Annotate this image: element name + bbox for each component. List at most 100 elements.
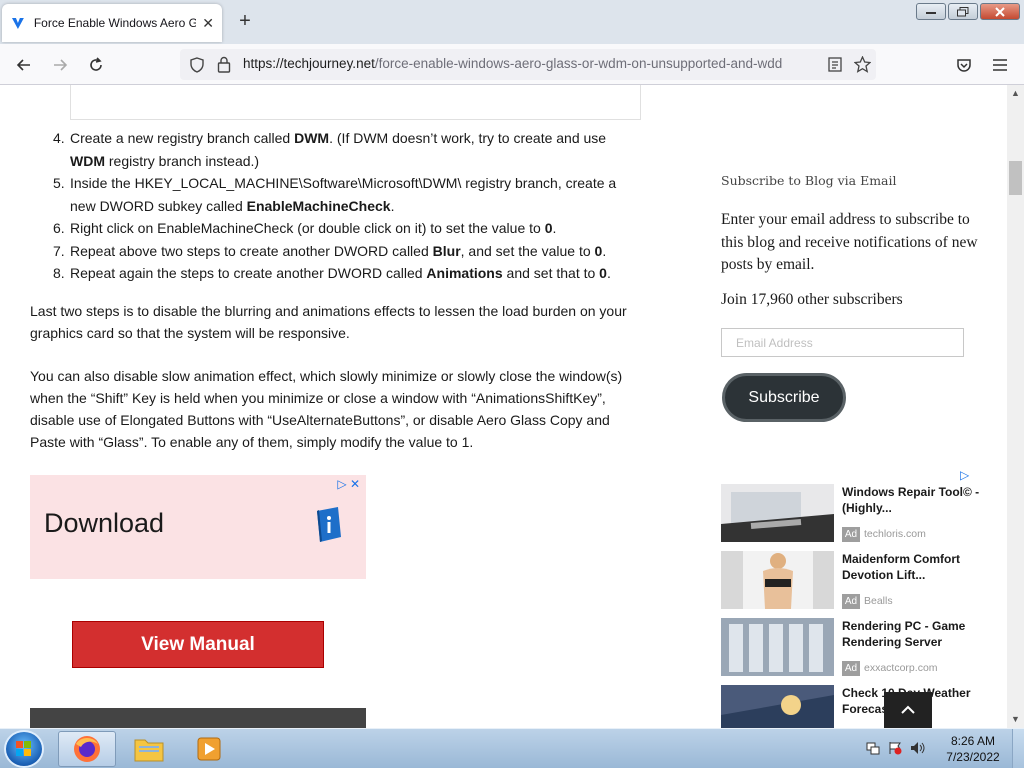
step-text: Create a new registry branch called [70,130,295,146]
step-number: 8. [53,265,65,281]
sidebar-ad-item[interactable]: Maidenform Comfort Devotion Lift... Ad Bea… [721,551,981,609]
paragraph-animation-options: You can also disable slow animation effe… [30,368,623,450]
windows-logo-icon [16,741,31,756]
step-text: . [606,265,611,281]
step-keyword: Blur [432,242,461,259]
action-center-flag-icon[interactable] [888,741,902,755]
new-tab-button[interactable]: + [234,10,256,32]
subscribe-description: Enter your email address to subscribe to… [721,211,978,273]
scroll-up-arrow-icon[interactable]: ▲ [1007,85,1024,102]
back-arrow-icon [16,59,30,71]
system-clock[interactable]: 8:26 AM 7/23/2022 [940,733,1006,765]
site-favicon-icon [11,18,24,29]
reload-button[interactable] [85,54,107,76]
view-manual-button[interactable]: View Manual [72,621,324,668]
step-text: Repeat above two steps to create another… [70,242,433,259]
close-window-button[interactable] [980,3,1020,20]
ad-domain: exxactcorp.com [864,662,938,674]
step-item: 6. Right click on EnableMachineCheck (or … [30,217,640,240]
step-number: 7. [53,242,65,259]
taskbar-media-player[interactable] [180,731,238,767]
ad-choices-icon[interactable]: ▷ [960,468,969,482]
step-item: 4. Create a new registry branch called DW… [30,127,640,172]
folder-icon [134,739,164,762]
ad-title[interactable]: Maidenform Comfort Devotion Lift... [842,551,980,583]
step-keyword: WDM [70,152,105,169]
scroll-down-arrow-icon[interactable]: ▼ [1007,711,1024,728]
ad-download-text: Download [44,508,165,538]
subscribe-widget-title: Subscribe to Blog via Email [721,173,897,188]
ad-thumbnail[interactable] [721,484,834,542]
step-text: . [390,197,395,214]
step-number: 4. [53,130,65,146]
pocket-button[interactable] [953,54,975,76]
clock-date: 7/23/2022 [946,750,1000,764]
sidebar-ad-item[interactable]: Windows Repair Tool© - (Highly... Ad techl… [721,484,981,542]
step-keyword: DWM [294,130,330,146]
ad-title[interactable]: Windows Repair Tool© - (Highly... [842,484,980,516]
lock-icon[interactable] [217,56,231,73]
step-keyword: EnableMachineCheck [246,197,391,214]
forward-button[interactable] [49,54,71,76]
firefox-icon [74,736,100,762]
minimize-button[interactable] [916,3,946,20]
bookmark-star-icon[interactable] [854,56,871,73]
address-bar[interactable]: https://techjourney.net/force-enable-win… [180,49,876,80]
reader-view-icon[interactable] [828,57,842,72]
volume-icon[interactable] [910,741,926,755]
ad-thumbnail[interactable] [721,618,834,676]
info-book-icon [317,507,341,542]
ad-domain: techloris.com [864,528,926,540]
sidebar-ad-item[interactable]: Check 10 Day Weather Forecast [721,685,981,728]
paragraph-disable-effects: Last two steps is to disable the blurrin… [30,303,627,341]
back-button[interactable] [13,54,35,76]
ad-thumbnail[interactable] [721,685,834,728]
ad-badge: Ad [842,527,860,542]
step-keyword: 0 [599,265,607,281]
ad-title[interactable]: Rendering PC - Game Rendering Server [842,618,980,650]
step-keyword: Animations [426,265,503,281]
start-button[interactable] [4,730,44,768]
scrollbar-thumb[interactable] [1009,161,1022,195]
menu-button[interactable] [989,54,1011,76]
shield-icon[interactable] [189,57,205,73]
reload-icon [90,57,102,71]
restore-button[interactable] [948,3,978,20]
email-address-input[interactable] [721,328,964,357]
clock-time: 8:26 AM [950,734,996,748]
taskbar: 8:26 AM 7/23/2022 [0,728,1024,768]
forward-arrow-icon [54,59,68,71]
taskbar-firefox[interactable] [58,731,116,767]
system-tray [866,741,926,755]
step-item: 5. Inside the HKEY_LOCAL_MACHINE\Software… [30,172,640,217]
subscribe-button[interactable]: Subscribe [722,373,846,422]
browser-tab[interactable]: Force Enable Windows Aero Gla ✕ [2,4,222,42]
ad-domain: Bealls [864,595,893,607]
ad-badge: Ad [842,661,860,676]
minimize-icon [926,11,936,14]
url-text[interactable]: https://techjourney.net/force-enable-win… [243,56,818,71]
restore-icon [957,6,969,16]
tab-close-icon[interactable]: ✕ [202,15,214,32]
step-item: 8. Repeat again the steps to create anoth… [30,262,640,285]
media-player-icon [197,737,221,761]
pocket-icon [957,59,971,72]
page-scrollbar[interactable]: ▲ ▼ [1007,85,1024,728]
step-text: registry branch instead.) [105,152,260,169]
sidebar-ad-item[interactable]: Rendering PC - Game Rendering Server Ad ex… [721,618,981,676]
bottom-ad-banner[interactable] [30,708,366,728]
ad-thumbnail[interactable] [721,551,834,609]
show-desktop-button[interactable] [1012,729,1024,768]
download-ad-banner[interactable]: Download ▷ ✕ [30,475,366,579]
ad-choices-icon[interactable]: ▷ ✕ [337,477,360,491]
step-text: Right click on EnableMachineCheck (or do… [70,220,545,236]
close-window-icon [995,6,1005,17]
taskbar-explorer[interactable] [120,731,178,767]
back-to-top-button[interactable] [884,692,932,728]
step-item: 7. Repeat above two steps to create anoth… [30,240,640,263]
window-controls [916,3,1020,20]
tab-bar: Force Enable Windows Aero Gla ✕ + [0,0,1024,44]
web-page: 4. Create a new registry branch called DW… [0,85,1007,728]
network-icon[interactable] [866,741,880,755]
subscriber-count: Join 17,960 other subscribers [721,291,903,308]
